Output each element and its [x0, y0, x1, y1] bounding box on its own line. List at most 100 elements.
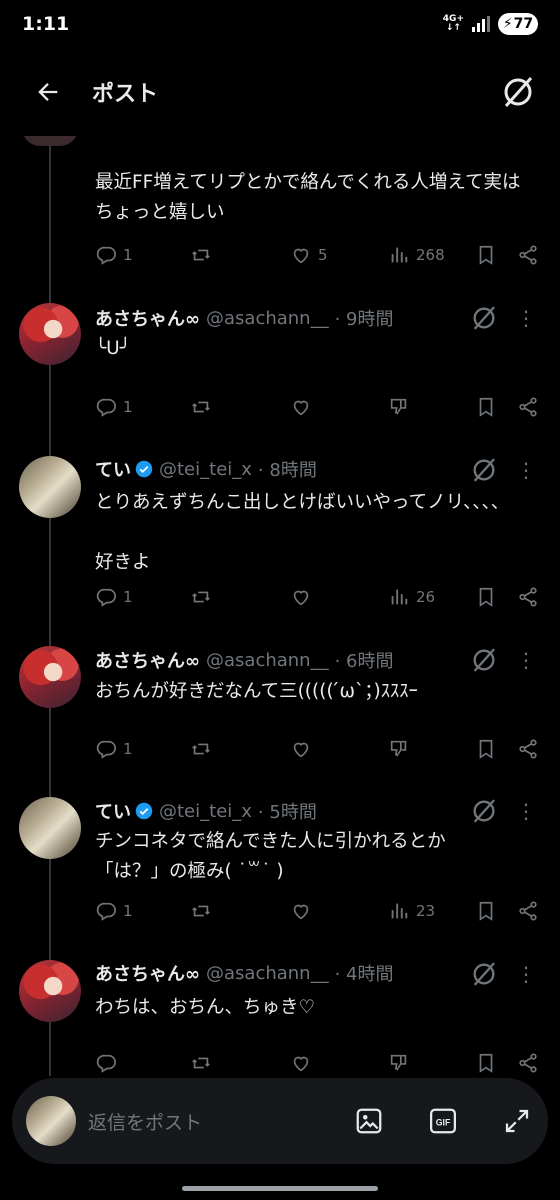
- views-button[interactable]: 23: [388, 896, 435, 926]
- display-name[interactable]: あさちゃん∞: [95, 305, 200, 331]
- post-text: ╰U╯: [95, 338, 131, 359]
- reply-count: 1: [123, 740, 133, 758]
- bookmark-button[interactable]: [475, 240, 497, 270]
- user-handle[interactable]: @asachann__: [206, 650, 329, 671]
- user-handle[interactable]: @asachann__: [206, 308, 329, 329]
- user-handle[interactable]: @tei_tei_x: [159, 801, 252, 822]
- bookmark-icon: [479, 739, 493, 759]
- post-text: とりあえずちんこ出しとけばいいやってノリ、、、、 好きよ: [95, 492, 510, 573]
- thumbs-down-icon: [390, 740, 407, 757]
- repost-icon: [192, 249, 210, 261]
- reply-button[interactable]: 1: [95, 582, 133, 612]
- like-button[interactable]: [290, 1048, 312, 1078]
- reply-icon: [96, 588, 116, 607]
- share-button[interactable]: [517, 734, 539, 764]
- reply-button[interactable]: 1: [95, 240, 133, 270]
- downvote-button[interactable]: [388, 1048, 410, 1078]
- avatar[interactable]: [19, 303, 81, 365]
- gif-icon: GIF: [430, 1108, 456, 1134]
- expand-button[interactable]: [500, 1104, 534, 1138]
- like-button[interactable]: [290, 734, 312, 764]
- arrow-left-icon: [38, 83, 58, 101]
- reply-input[interactable]: 返信をポスト: [88, 1108, 312, 1135]
- reply-count: 1: [123, 588, 133, 606]
- user-handle[interactable]: @tei_tei_x: [159, 459, 252, 480]
- post-actions: 1: [95, 734, 545, 764]
- reply-button[interactable]: [95, 1048, 117, 1078]
- share-icon: [519, 397, 537, 417]
- bookmark-button[interactable]: [475, 582, 497, 612]
- reply-icon: [96, 740, 116, 759]
- like-button[interactable]: [290, 896, 312, 926]
- more-options-icon[interactable]: ⋮: [516, 964, 536, 988]
- more-options-icon[interactable]: ⋮: [516, 460, 536, 484]
- verified-badge-icon: [135, 460, 153, 478]
- post-time: · 9時間: [334, 309, 394, 330]
- image-icon: [356, 1108, 382, 1134]
- grok-icon[interactable]: [470, 456, 498, 484]
- status-time: 1:11: [22, 13, 70, 35]
- heart-icon: [293, 400, 309, 416]
- reply-composer[interactable]: 返信をポスト GIF: [12, 1078, 548, 1164]
- reply-icon: [96, 1054, 116, 1073]
- share-icon: [519, 901, 537, 921]
- repost-button[interactable]: [190, 1048, 212, 1078]
- like-button[interactable]: [290, 582, 312, 612]
- user-handle[interactable]: @asachann__: [206, 963, 329, 984]
- repost-icon: [192, 905, 210, 917]
- reply-button[interactable]: 1: [95, 734, 133, 764]
- repost-button[interactable]: [190, 392, 212, 422]
- views-button[interactable]: 26: [388, 582, 435, 612]
- repost-button[interactable]: [190, 582, 212, 612]
- views-button[interactable]: 268: [388, 240, 445, 270]
- post-time: · 8時間: [257, 460, 317, 481]
- repost-button[interactable]: [190, 896, 212, 926]
- bookmark-button[interactable]: [475, 734, 497, 764]
- display-name[interactable]: あさちゃん∞: [95, 647, 200, 673]
- display-name[interactable]: てい: [95, 456, 131, 482]
- reply-button[interactable]: 1: [95, 896, 133, 926]
- back-button[interactable]: [22, 64, 78, 120]
- post-header: てい @tei_tei_x · 8時間: [95, 456, 317, 482]
- grok-icon[interactable]: [470, 646, 498, 674]
- grok-icon[interactable]: [470, 304, 498, 332]
- bookmark-icon: [479, 245, 493, 265]
- gif-button[interactable]: GIF: [426, 1104, 460, 1138]
- grok-icon[interactable]: [470, 960, 498, 988]
- downvote-button[interactable]: [388, 392, 410, 422]
- avatar[interactable]: [19, 960, 81, 1022]
- grok-button[interactable]: [498, 72, 538, 112]
- repost-button[interactable]: [190, 734, 212, 764]
- more-options-icon[interactable]: ⋮: [516, 801, 536, 825]
- home-indicator[interactable]: [182, 1186, 378, 1191]
- more-options-icon[interactable]: ⋮: [516, 308, 536, 332]
- share-button[interactable]: [517, 240, 539, 270]
- reply-button[interactable]: 1: [95, 392, 133, 422]
- top-app-bar: ポスト: [0, 48, 560, 136]
- share-button[interactable]: [517, 392, 539, 422]
- heart-icon: [293, 590, 309, 606]
- bookmark-button[interactable]: [475, 896, 497, 926]
- avatar[interactable]: [19, 797, 81, 859]
- avatar[interactable]: [19, 456, 81, 518]
- verified-badge-icon: [135, 802, 153, 820]
- view-count: 268: [416, 246, 445, 264]
- repost-icon: [192, 1057, 210, 1069]
- downvote-button[interactable]: [388, 734, 410, 764]
- post-time: · 6時間: [334, 651, 394, 672]
- share-button[interactable]: [517, 582, 539, 612]
- bookmark-button[interactable]: [475, 1048, 497, 1078]
- repost-button[interactable]: [190, 240, 212, 270]
- share-button[interactable]: [517, 1048, 539, 1078]
- image-button[interactable]: [352, 1104, 386, 1138]
- bookmark-icon: [479, 1053, 493, 1073]
- more-options-icon[interactable]: ⋮: [516, 650, 536, 674]
- grok-icon[interactable]: [470, 797, 498, 825]
- display-name[interactable]: てい: [95, 798, 131, 824]
- display-name[interactable]: あさちゃん∞: [95, 960, 200, 986]
- share-button[interactable]: [517, 896, 539, 926]
- avatar[interactable]: [19, 646, 81, 708]
- bookmark-button[interactable]: [475, 392, 497, 422]
- like-button[interactable]: [290, 392, 312, 422]
- like-button[interactable]: 5: [290, 240, 328, 270]
